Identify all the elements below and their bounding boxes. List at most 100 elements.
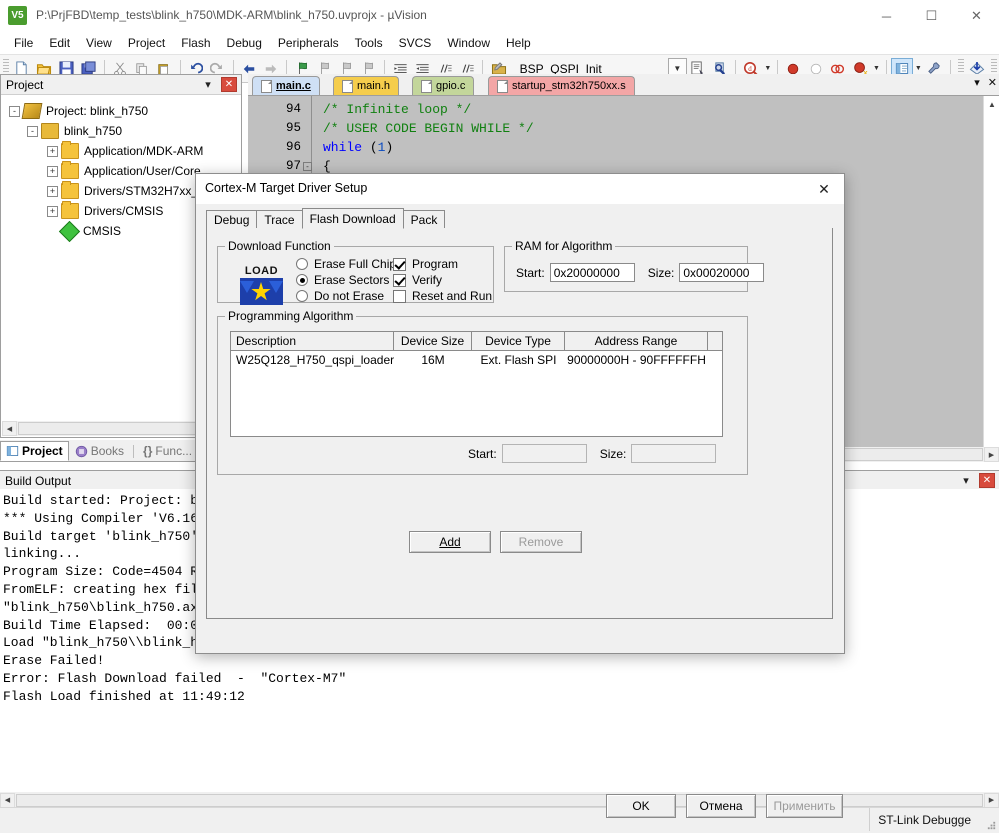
project-panel-close-icon[interactable]: ✕	[221, 77, 237, 92]
dialog-tab-debug[interactable]: Debug	[206, 210, 257, 229]
ok-button-label: OK	[632, 799, 649, 813]
tab-functions-label: Func...	[155, 444, 192, 458]
ram-size-input[interactable]: 0x00020000	[679, 263, 764, 282]
build-output-horizontal-scrollbar[interactable]: ◀ ▶	[0, 792, 999, 808]
checkbox-icon[interactable]	[393, 258, 406, 271]
menu-svcs[interactable]: SVCS	[391, 34, 440, 52]
tree-item-label: Project: blink_h750	[46, 104, 148, 118]
tab-functions[interactable]: {} Func...	[137, 441, 198, 461]
build-output-close-icon[interactable]: ✕	[979, 473, 995, 488]
cancel-button[interactable]: Отмена	[686, 794, 756, 818]
line-number: 94	[286, 102, 301, 116]
editor-tab-gpio-c[interactable]: gpio.c	[412, 76, 474, 95]
scroll-left-icon[interactable]: ◀	[0, 793, 15, 808]
checkbox-verify[interactable]: Verify	[393, 272, 492, 288]
menu-window[interactable]: Window	[439, 34, 498, 52]
menu-project[interactable]: Project	[120, 34, 173, 52]
algorithm-size-input[interactable]	[631, 444, 716, 463]
minimize-button[interactable]: ─	[864, 0, 909, 32]
ram-for-algorithm-group: RAM for Algorithm Start: 0x20000000 Size…	[504, 246, 748, 292]
editor-tab-main-h[interactable]: main.h	[333, 76, 399, 95]
menu-help[interactable]: Help	[498, 34, 539, 52]
cell-address-range: 90000000H - 90FFFFFFH	[565, 353, 708, 367]
menu-flash[interactable]: Flash	[173, 34, 218, 52]
dialog-tab-pack[interactable]: Pack	[403, 210, 446, 229]
column-device-type[interactable]: Device Type	[472, 332, 565, 350]
tab-books[interactable]: Books	[69, 441, 130, 461]
radio-do-not-erase[interactable]: Do not Erase	[296, 288, 396, 304]
radio-icon[interactable]	[296, 274, 308, 286]
pin-icon[interactable]: ▾	[201, 77, 215, 91]
line-number: 96	[286, 140, 301, 154]
dialog-close-icon[interactable]: ✕	[804, 174, 844, 204]
tree-item-target[interactable]: - blink_h750	[5, 121, 241, 141]
expander-icon[interactable]: +	[47, 186, 58, 197]
remove-button-label: Remove	[519, 535, 564, 549]
close-icon[interactable]: ✕	[988, 76, 997, 89]
fold-toggle-icon[interactable]: -	[303, 162, 312, 171]
tab-project[interactable]: Project	[0, 441, 69, 461]
maximize-button[interactable]: ☐	[909, 0, 954, 32]
menu-tools[interactable]: Tools	[347, 34, 391, 52]
editor-tab-main-c[interactable]: main.c	[252, 76, 320, 95]
code-punct: (	[362, 140, 378, 155]
dialog-tab-trace[interactable]: Trace	[256, 210, 302, 229]
ok-button[interactable]: OK	[606, 794, 676, 818]
ram-start-input[interactable]: 0x20000000	[550, 263, 635, 282]
checkbox-icon[interactable]	[393, 290, 406, 303]
apply-button[interactable]: Применить	[766, 794, 843, 818]
file-icon	[261, 80, 272, 93]
file-icon	[421, 80, 432, 93]
column-description[interactable]: Description	[231, 332, 394, 350]
expander-icon[interactable]: +	[47, 206, 58, 217]
scroll-left-icon[interactable]: ◀	[2, 421, 17, 436]
checkbox-icon[interactable]	[393, 274, 406, 287]
remove-button[interactable]: Remove	[500, 531, 582, 553]
menu-view[interactable]: View	[78, 34, 120, 52]
algorithm-start-input[interactable]	[502, 444, 587, 463]
scroll-up-icon[interactable]: ▲	[984, 96, 999, 112]
add-button[interactable]: Add	[409, 531, 491, 553]
load-icon: LOAD	[240, 265, 283, 307]
scroll-right-icon[interactable]: ▶	[984, 447, 999, 462]
uvision-window: V5 P:\PrjFBD\temp_tests\blink_h750\MDK-A…	[0, 0, 999, 831]
file-icon	[342, 80, 353, 93]
checkbox-program[interactable]: Program	[393, 256, 492, 272]
tree-item-project[interactable]: - Project: blink_h750	[5, 101, 241, 121]
tree-item-application-mdk-arm[interactable]: + Application/MDK-ARM	[5, 141, 241, 161]
folder-icon	[61, 203, 79, 219]
menu-debug[interactable]: Debug	[219, 34, 270, 52]
menu-peripherals[interactable]: Peripherals	[270, 34, 347, 52]
column-device-size[interactable]: Device Size	[394, 332, 472, 350]
programming-algorithm-group: Programming Algorithm Description Device…	[217, 316, 748, 475]
editor-tab-startup-s[interactable]: startup_stm32h750xx.s	[488, 76, 635, 95]
radio-icon[interactable]	[296, 258, 308, 270]
expander-icon[interactable]: -	[27, 126, 38, 137]
menu-edit[interactable]: Edit	[41, 34, 78, 52]
cell-device-size: 16M	[394, 353, 472, 367]
resize-grip-icon[interactable]	[979, 806, 999, 833]
project-panel-header: Project ▾ ✕	[1, 75, 241, 95]
dialog-title: Cortex-M Target Driver Setup	[205, 181, 367, 195]
ram-size-label: Size:	[648, 266, 675, 280]
radio-erase-full-chip[interactable]: Erase Full Chip	[296, 256, 396, 272]
tab-list-icon[interactable]: ▾	[974, 76, 980, 89]
column-address-range[interactable]: Address Range	[565, 332, 708, 350]
expander-icon[interactable]: +	[47, 166, 58, 177]
build-output-title: Build Output	[0, 474, 71, 488]
expander-icon[interactable]: -	[9, 106, 20, 117]
close-button[interactable]: ✕	[954, 0, 999, 32]
menu-file[interactable]: File	[6, 34, 41, 52]
expander-icon[interactable]: +	[47, 146, 58, 157]
algorithm-table[interactable]: Description Device Size Device Type Addr…	[230, 331, 723, 437]
pin-icon[interactable]: ▾	[959, 473, 973, 487]
radio-erase-sectors[interactable]: Erase Sectors	[296, 272, 396, 288]
dialog-tab-flash-download[interactable]: Flash Download	[302, 208, 404, 229]
checkbox-reset-and-run[interactable]: Reset and Run	[393, 288, 492, 304]
dialog-body: Debug Trace Flash Download Pack Download…	[196, 204, 844, 653]
editor-vertical-scrollbar[interactable]: ▲	[983, 96, 999, 459]
radio-icon[interactable]	[296, 290, 308, 302]
checkbox-label: Verify	[412, 273, 442, 287]
scroll-thumb[interactable]	[18, 422, 224, 435]
table-row[interactable]: W25Q128_H750_qspi_loader 16M Ext. Flash …	[231, 351, 722, 368]
